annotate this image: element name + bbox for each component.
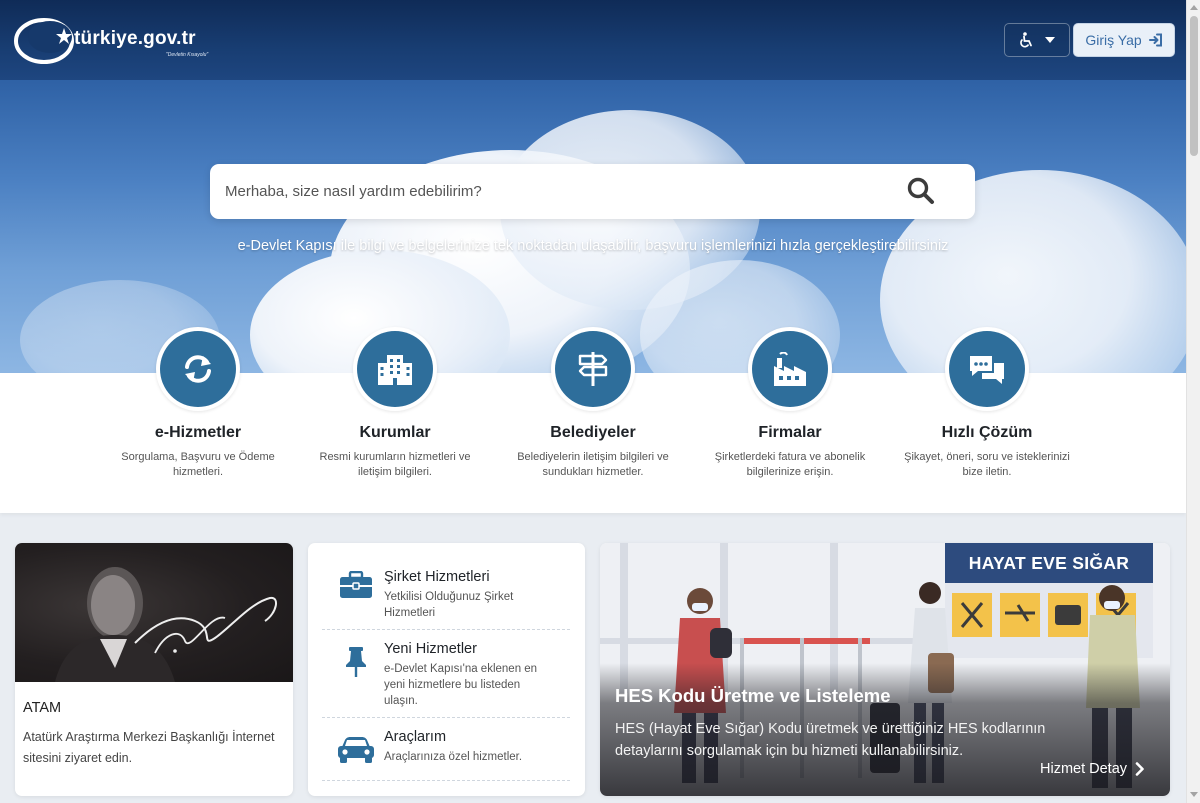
hes-detail-link[interactable]: Hizmet Detay [1040,761,1145,777]
service-desc: Yetkilisi Olduğunuz Şirket Hizmetleri [384,591,514,619]
factory-icon [774,352,806,386]
category-icon-circle [353,327,437,411]
hes-link-label: Hizmet Detay [1040,761,1128,777]
service-icon-wrap [336,571,376,605]
service-icon-wrap [336,646,376,680]
chevron-right-icon [1135,762,1144,776]
atam-title: ATAM [23,700,62,716]
category-title: Belediyeler [550,424,636,441]
category-firmalar[interactable]: Firmalar Şirketlerdeki fatura ve aboneli… [690,327,890,480]
service-title: Yeni Hizmetler [384,641,477,657]
scrollbar-thumb[interactable] [1190,16,1198,156]
building-icon [378,355,412,385]
hes-badge: HAYAT EVE SIĞAR [945,543,1153,583]
crescent-star-logo-icon [14,18,74,64]
service-desc: e-Devlet Kapısı'na eklenen en yeni hizme… [384,663,538,707]
category-icon-circle [748,327,832,411]
category-title: e-Hizmetler [154,424,242,441]
category-title: Hızlı Çözüm [941,424,1033,441]
atam-card[interactable]: ATAM Atatürk Araştırma Merkezi Başkanlığ… [15,543,293,796]
page-scrollbar[interactable] [1186,0,1200,803]
service-title: Şirket Hizmetleri [384,569,490,585]
category-icon-circle [156,327,240,411]
signpost-icon [578,352,608,386]
hes-desc: HES (Hayat Eve Sığar) Kodu üretmek ve ür… [615,721,1046,759]
service-title: Araçlarım [384,729,447,745]
category-desc: Şirketlerdeki fatura ve abonelik bilgile… [714,451,866,478]
accessibility-button[interactable] [1004,23,1070,57]
refresh-icon [185,355,211,383]
category-desc: Resmi kurumların hizmetleri ve iletişim … [319,451,471,478]
login-label: Giriş Yap [1085,32,1142,48]
search-box [210,164,975,219]
search-icon[interactable] [906,176,936,206]
ataturk-portrait-icon [55,567,277,682]
service-sirket-hizmetleri[interactable]: Şirket Hizmetleri Yetkilisi Olduğunuz Şi… [322,543,570,630]
logo-slogan: "Devletin Kısayolu" [166,52,209,58]
category-hizli-cozum[interactable]: Hızlı Çözüm Şikayet, öneri, soru ve iste… [887,327,1087,480]
service-araclarim[interactable]: Araçlarım Araçlarınıza özel hizmetler. [322,718,570,781]
hes-title: HES Kodu Üretme ve Listeleme [615,685,891,706]
ataturk-portrait-image [15,543,293,682]
category-belediyeler[interactable]: Belediyeler Belediyelerin iletişim bilgi… [493,327,693,480]
service-desc: Araçlarınıza özel hizmetler. [384,751,523,763]
search-input[interactable] [210,164,890,219]
briefcase-icon [340,571,372,598]
car-icon [338,737,374,763]
category-desc: Belediyelerin iletişim bilgileri ve sund… [517,451,669,478]
atam-desc: Atatürk Araştırma Merkezi Başkanlığı İnt… [23,730,275,765]
caret-down-icon [1045,37,1055,43]
site-logo[interactable]: türkiye.gov.tr "Devletin Kısayolu" [14,15,214,65]
wheelchair-icon [1020,32,1032,48]
category-icon-circle [945,327,1029,411]
category-icon-circle [551,327,635,411]
hero-tagline: e-Devlet Kapısı ile bilgi ve belgelerini… [237,238,949,254]
category-desc: Sorgulama, Başvuru ve Ödeme hizmetleri. [121,451,275,478]
sign-in-icon [1148,33,1162,47]
chat-icon [970,356,1004,384]
category-title: Firmalar [758,424,822,441]
scroll-down-arrow-icon[interactable] [1190,792,1198,797]
pin-icon [346,647,366,677]
category-title: Kurumlar [359,424,431,441]
service-yeni-hizmetler[interactable]: Yeni Hizmetler e-Devlet Kapısı'na eklene… [322,630,570,718]
hes-card[interactable]: HAYAT EVE SIĞAR HES Kodu Üretme ve Liste… [600,543,1170,796]
scroll-up-arrow-icon[interactable] [1190,5,1198,10]
services-card: Şirket Hizmetleri Yetkilisi Olduğunuz Şi… [308,543,585,796]
service-icon-wrap [336,736,376,770]
category-kurumlar[interactable]: Kurumlar Resmi kurumların hizmetleri ve … [295,327,495,480]
login-button[interactable]: Giriş Yap [1073,23,1175,57]
logo-text: türkiye.gov.tr [74,28,196,49]
category-e-hizmetler[interactable]: e-Hizmetler Sorgulama, Başvuru ve Ödeme … [98,327,298,480]
category-desc: Şikayet, öneri, soru ve isteklerinizi bi… [904,451,1070,478]
